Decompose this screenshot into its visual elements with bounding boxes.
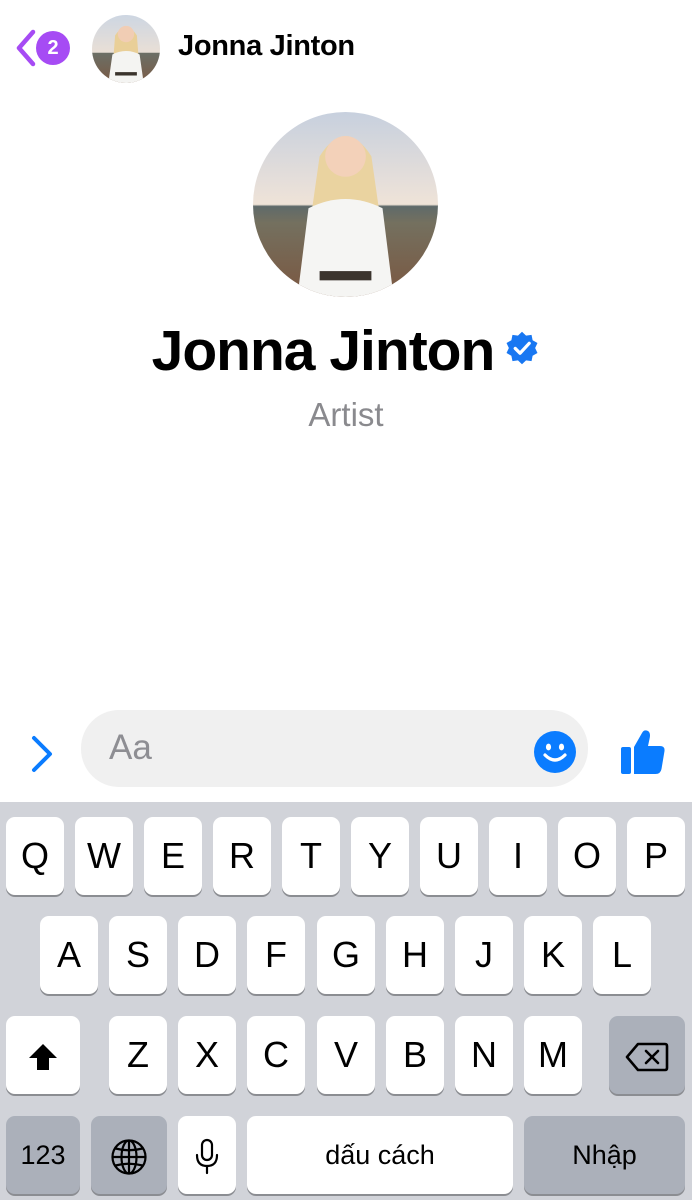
key-x[interactable]: X xyxy=(178,1016,236,1094)
like-button[interactable] xyxy=(620,728,666,776)
numbers-key[interactable]: 123 xyxy=(6,1116,80,1194)
key-p[interactable]: P xyxy=(627,817,685,895)
key-b[interactable]: B xyxy=(386,1016,444,1094)
key-h[interactable]: H xyxy=(386,916,444,994)
smiley-icon xyxy=(534,731,576,773)
profile-name-row: Jonna Jinton xyxy=(0,318,692,384)
key-o[interactable]: O xyxy=(558,817,616,895)
emoji-button[interactable] xyxy=(533,730,577,774)
key-n[interactable]: N xyxy=(455,1016,513,1094)
onscreen-keyboard: Q W E R T Y U I O P A S D F G H J K L Z … xyxy=(0,802,692,1200)
back-button[interactable]: 2 xyxy=(14,24,76,70)
message-composer xyxy=(81,710,588,787)
expand-actions-button[interactable] xyxy=(24,734,60,774)
unread-count-badge: 2 xyxy=(36,31,70,65)
profile-photo xyxy=(253,112,438,297)
thumbs-up-icon xyxy=(621,730,665,774)
message-input[interactable] xyxy=(109,724,529,772)
backspace-icon xyxy=(625,1043,669,1072)
verified-badge-icon xyxy=(506,331,538,365)
space-key[interactable]: dấu cách xyxy=(247,1116,513,1194)
key-l[interactable]: L xyxy=(593,916,651,994)
profile-name: Jonna Jinton xyxy=(151,319,496,383)
profile-subtitle: Artist xyxy=(308,396,384,433)
key-m[interactable]: M xyxy=(524,1016,582,1094)
key-g[interactable]: G xyxy=(317,916,375,994)
key-i[interactable]: I xyxy=(489,817,547,895)
chevron-left-icon xyxy=(16,29,36,67)
dictation-key[interactable] xyxy=(178,1116,236,1194)
key-a[interactable]: A xyxy=(40,916,98,994)
key-k[interactable]: K xyxy=(524,916,582,994)
key-r[interactable]: R xyxy=(213,817,271,895)
contact-name[interactable]: Jonna Jinton xyxy=(178,30,355,63)
key-q[interactable]: Q xyxy=(6,817,64,895)
key-z[interactable]: Z xyxy=(109,1016,167,1094)
key-y[interactable]: Y xyxy=(351,817,409,895)
globe-icon xyxy=(111,1139,147,1176)
globe-key[interactable] xyxy=(91,1116,167,1194)
contact-avatar[interactable] xyxy=(92,15,160,83)
key-u[interactable]: U xyxy=(420,817,478,895)
key-s[interactable]: S xyxy=(109,916,167,994)
key-t[interactable]: T xyxy=(282,817,340,895)
chevron-right-icon xyxy=(32,736,52,772)
microphone-icon xyxy=(195,1139,219,1175)
shift-arrow-icon xyxy=(29,1044,57,1071)
key-v[interactable]: V xyxy=(317,1016,375,1094)
key-j[interactable]: J xyxy=(455,916,513,994)
shift-key[interactable] xyxy=(6,1016,80,1094)
return-key[interactable]: Nhập xyxy=(524,1116,685,1194)
key-f[interactable]: F xyxy=(247,916,305,994)
key-c[interactable]: C xyxy=(247,1016,305,1094)
key-e[interactable]: E xyxy=(144,817,202,895)
key-w[interactable]: W xyxy=(75,817,133,895)
key-d[interactable]: D xyxy=(178,916,236,994)
backspace-key[interactable] xyxy=(609,1016,685,1094)
conversation-header: 2 Jonna Jinton xyxy=(0,0,692,96)
